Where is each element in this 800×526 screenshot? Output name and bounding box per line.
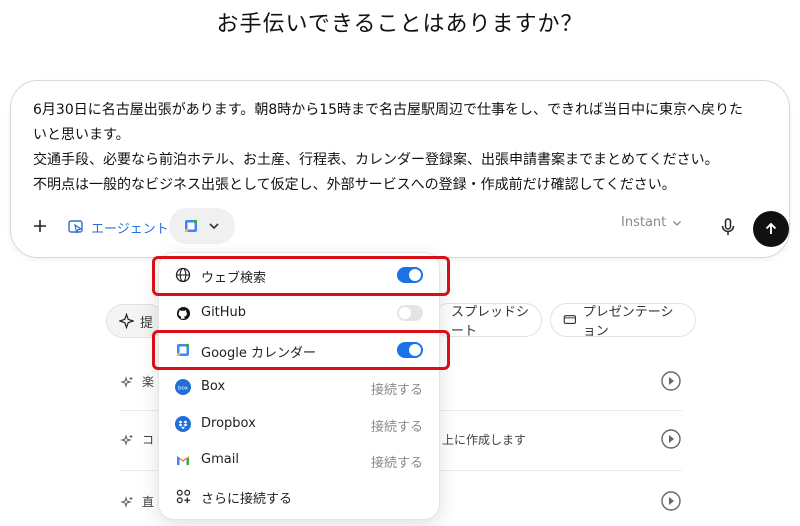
menu-item-box[interactable]: box Box 接続する [159,369,439,405]
plus-icon [34,220,46,232]
presentation-chip[interactable]: プレゼンテーション [550,303,696,339]
arrow-up-icon [765,222,777,234]
github-icon [175,305,191,321]
connect-link[interactable]: 接続する [371,416,423,435]
sparkle-icon [120,376,133,388]
menu-item-github[interactable]: GitHub [159,295,439,331]
suggestion-text: 直 [142,495,155,509]
suggestion-text: コ [142,433,155,447]
prompt-input[interactable]: 6月30日に名古屋出張があります。朝8時から15時まで名古屋駅周辺で仕事をし、で… [33,98,773,198]
add-attachment-button[interactable] [27,213,53,239]
menu-item-label: Gmail [201,452,239,467]
microphone-icon [721,218,735,235]
google-calendar-icon [185,220,197,232]
sparkle-icon [119,313,134,329]
play-icon[interactable] [660,370,682,392]
prompt-line: 6月30日に名古屋出張があります。朝8時から15時まで名古屋駅周辺で仕事をし、で… [33,102,744,118]
dropbox-icon [175,416,191,432]
prompt-line: 交通手段、必要なら前泊ホテル、お土産、行程表、カレンダー登録案、出張申請書案まで… [33,152,719,168]
agent-mode-button[interactable]: エージェント [67,215,169,239]
menu-item-label: Box [201,379,226,394]
web-search-highlight [152,256,450,296]
suggestion-text: 楽 [142,375,155,389]
play-icon[interactable] [660,490,682,512]
chevron-down-icon [673,220,682,226]
connectors-button[interactable] [169,208,235,244]
suggestion-text-tail: 上に作成します [442,433,527,447]
menu-item-gmail[interactable]: Gmail 接続する [159,442,439,478]
prompt-line: いと思います。 [33,127,130,143]
sparkle-icon [120,434,133,446]
chevron-down-icon [209,223,219,230]
send-button[interactable] [753,211,789,247]
menu-item-connect-more[interactable]: さらに接続する [159,478,439,514]
google-calendar-highlight [152,330,450,370]
composer-toolbar: エージェント Instant [11,208,789,249]
suggestion-chip-label: 提 [139,315,153,331]
menu-item-label: さらに接続する [201,492,293,507]
presentation-icon [563,315,577,324]
menu-item-dropbox[interactable]: Dropbox 接続する [159,406,439,442]
github-toggle[interactable] [397,305,423,321]
page-title: お手伝いできることはありますか？ [216,12,584,37]
prompt-composer[interactable]: 6月30日に名古屋出張があります。朝8時から15時まで名古屋駅周辺で仕事をし、で… [10,80,790,258]
gmail-icon [175,452,191,468]
model-label: Instant [621,215,667,230]
prompt-line: 不明点は一般的なビジネス出張として仮定し、外部サービスへの登録・作成前だけ確認し… [33,177,676,193]
microphone-button[interactable] [716,215,740,239]
agent-icon [68,220,83,234]
box-icon: box [175,379,191,395]
agent-label: エージェント [91,221,169,237]
svg-text:box: box [178,385,189,391]
play-icon[interactable] [660,428,682,450]
spreadsheet-chip-label: スプレッドシート [451,305,530,339]
connect-link[interactable]: 接続する [371,379,423,398]
connect-more-icon [175,488,191,504]
presentation-chip-label: プレゼンテーション [582,305,674,339]
model-selector[interactable]: Instant [621,215,682,230]
connect-link[interactable]: 接続する [371,452,423,471]
menu-item-label: Dropbox [201,416,256,431]
sparkle-icon [120,496,133,508]
menu-item-label: GitHub [201,305,247,320]
